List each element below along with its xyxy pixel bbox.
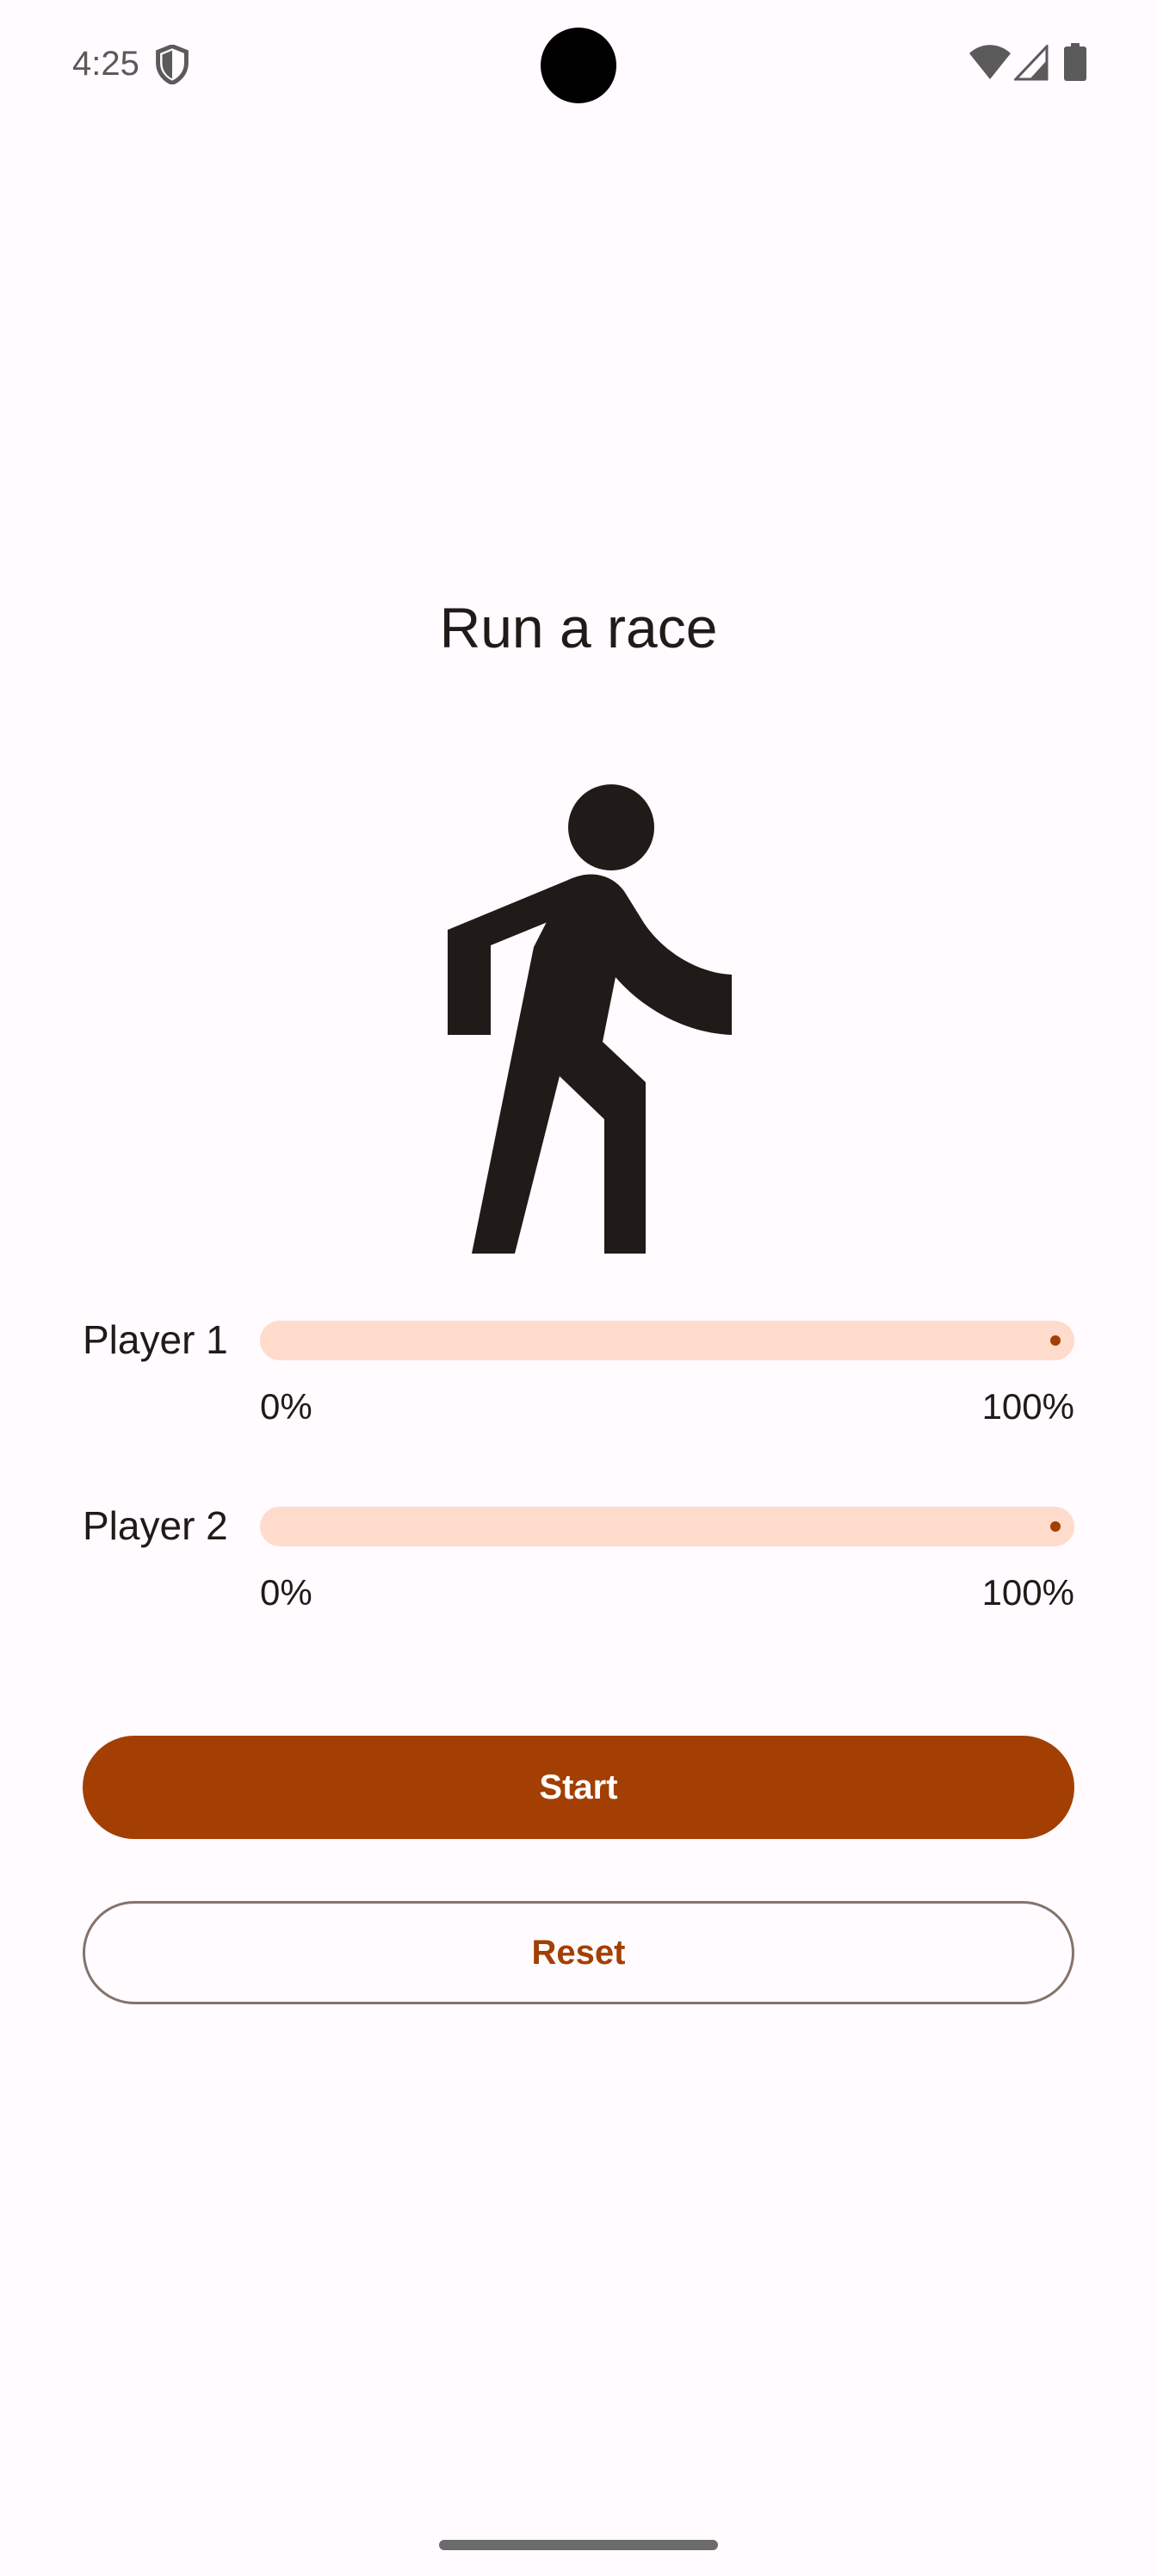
player-1-max-label: 100%: [981, 1386, 1074, 1427]
start-button[interactable]: Start: [83, 1736, 1074, 1839]
wifi-icon: [969, 45, 1011, 79]
player-1-row: Player 1 0% 100%: [83, 1297, 1074, 1434]
cellular-signal-icon: [1014, 45, 1049, 81]
shield-icon: [156, 45, 189, 84]
status-bar: 4:25: [0, 0, 1157, 129]
page-title: Run a race: [439, 596, 718, 659]
home-indicator[interactable]: [439, 2540, 718, 2550]
player-2-progress-end-dot: [1050, 1521, 1061, 1532]
player-2-min-label: 0%: [260, 1572, 312, 1613]
player-1-progress-end-dot: [1050, 1335, 1061, 1346]
player-2-progress-track: [260, 1507, 1074, 1546]
player-1-progress-track: [260, 1321, 1074, 1360]
player-2-row: Player 2 0% 100%: [83, 1483, 1074, 1620]
battery-icon: [1064, 43, 1086, 81]
player-2-label: Player 2: [83, 1503, 228, 1548]
reset-button[interactable]: Reset: [83, 1901, 1074, 2004]
player-1-min-label: 0%: [260, 1386, 312, 1427]
status-time: 4:25: [72, 45, 139, 83]
screen: 4:25 Run a race Player 1 0% 100% Player …: [0, 0, 1157, 2576]
walking-person-icon: [448, 784, 732, 1254]
player-1-label: Player 1: [83, 1317, 228, 1362]
player-2-max-label: 100%: [981, 1572, 1074, 1613]
camera-cutout: [541, 28, 616, 103]
